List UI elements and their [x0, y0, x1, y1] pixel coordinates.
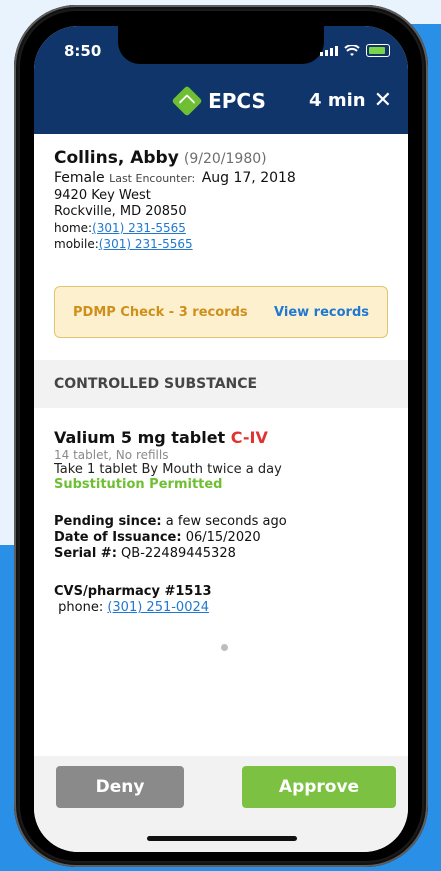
drug-name: Valium 5 mg tablet — [54, 428, 226, 447]
home-phone-link[interactable]: (301) 231-5565 — [92, 221, 186, 235]
battery-icon — [366, 44, 390, 57]
page-indicator-dot — [221, 644, 228, 651]
pending-label: Pending since: — [54, 514, 162, 529]
pdmp-banner: PDMP Check - 3 records View records — [54, 286, 388, 338]
pdmp-label: PDMP Check - 3 records — [73, 304, 248, 320]
deny-button[interactable]: Deny — [56, 766, 184, 808]
patient-address: 9420 Key West Rockville, MD 20850 — [54, 188, 388, 220]
drug-schedule: C-IV — [230, 428, 268, 447]
mobile-label: mobile: — [54, 237, 99, 251]
serial-line: Serial #: QB-22489445328 — [54, 546, 388, 562]
signal-icon — [320, 45, 338, 56]
address-line1: 9420 Key West — [54, 188, 151, 203]
home-indicator — [147, 836, 297, 841]
content: Collins, Abby (9/20/1980) Female Last En… — [34, 134, 408, 756]
pharmacy-phone-line: phone: (301) 251-0024 — [54, 600, 388, 616]
issuance-label: Date of Issuance: — [54, 530, 182, 545]
drug-title: Valium 5 mg tablet C-IV — [54, 428, 388, 447]
session-timer: 4 min ✕ — [309, 89, 392, 111]
view-records-link[interactable]: View records — [274, 305, 369, 320]
section-controlled-substance: CONTROLLED SUBSTANCE — [34, 360, 408, 408]
pharmacy-phone-label: phone: — [58, 600, 104, 615]
header-title: EPCS — [208, 89, 266, 113]
mobile-phone-line: mobile:(301) 231-5565 — [54, 236, 388, 252]
issuance-line: Date of Issuance: 06/15/2020 — [54, 530, 388, 546]
last-encounter-date: Aug 17, 2018 — [201, 170, 296, 186]
status-time: 8:50 — [64, 42, 102, 60]
epcs-diamond-icon — [171, 85, 203, 117]
serial-value: QB-22489445328 — [121, 546, 236, 561]
pharmacy-info: CVS/pharmacy #1513 phone: (301) 251-0024 — [54, 584, 388, 616]
home-phone-line: home:(301) 231-5565 — [54, 220, 388, 236]
last-encounter-label: Last Encounter: — [109, 172, 196, 185]
patient-name-line: Collins, Abby (9/20/1980) — [54, 148, 388, 168]
issuance-value: 06/15/2020 — [185, 530, 261, 545]
prescription-details: Pending since: a few seconds ago Date of… — [54, 514, 388, 562]
substitution-status: Substitution Permitted — [54, 477, 223, 492]
notch — [118, 26, 324, 64]
pharmacy-name: CVS/pharmacy #1513 — [54, 584, 212, 599]
drug-quantity: 14 tablet, No refills — [54, 448, 169, 462]
status-icons — [320, 44, 390, 57]
mobile-phone-link[interactable]: (301) 231-5565 — [99, 237, 193, 251]
patient-name: Collins, Abby — [54, 148, 179, 168]
drug-directions: Take 1 tablet By Mouth twice a day — [54, 462, 282, 477]
patient-dob: (9/20/1980) — [183, 151, 267, 167]
close-icon[interactable]: ✕ — [374, 89, 392, 111]
patient-meta: Female Last Encounter: Aug 17, 2018 — [54, 170, 388, 186]
phone-screen: 8:50 EPCS 4 min ✕ Collins, Abby (9/20/19… — [34, 26, 408, 852]
pending-value: a few seconds ago — [165, 514, 287, 529]
pharmacy-phone-link[interactable]: (301) 251-0024 — [107, 600, 209, 615]
app-header: 8:50 EPCS 4 min ✕ — [34, 26, 408, 134]
approve-button[interactable]: Approve — [242, 766, 396, 808]
home-label: home: — [54, 221, 93, 235]
drug-info: Valium 5 mg tablet C-IV 14 tablet, No re… — [54, 428, 388, 492]
action-bar: Deny Approve — [34, 756, 408, 852]
patient-sex: Female — [54, 170, 105, 186]
serial-label: Serial #: — [54, 546, 117, 561]
wifi-icon — [344, 44, 360, 56]
pending-line: Pending since: a few seconds ago — [54, 514, 388, 530]
patient-info: Collins, Abby (9/20/1980) Female Last En… — [34, 134, 408, 252]
address-line2: Rockville, MD 20850 — [54, 204, 187, 219]
timer-text: 4 min — [309, 90, 366, 111]
